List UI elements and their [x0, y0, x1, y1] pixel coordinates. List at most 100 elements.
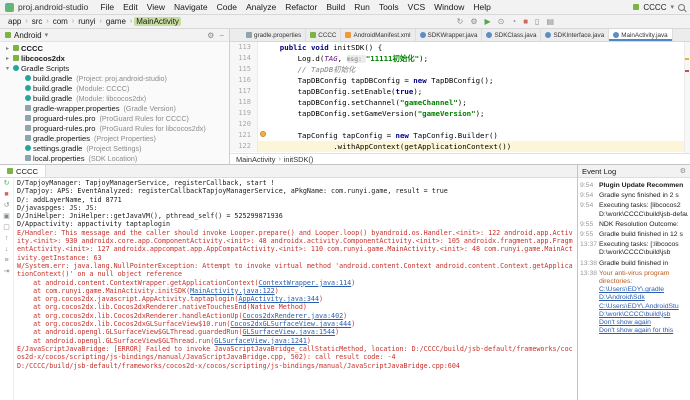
code-token: , — [337, 54, 347, 63]
soft-wrap-icon[interactable]: ≡ — [4, 257, 8, 265]
build-hammer-icon[interactable]: ⚙ — [470, 17, 477, 26]
console-output[interactable]: D/TapjoyManager: TapjoyManagerService, r… — [14, 178, 577, 400]
code-token: "11111初始化" — [365, 54, 420, 63]
event-log-link[interactable]: D:\work\CCCC\build\jsb — [599, 311, 670, 319]
stack-trace-link[interactable]: AppActivity.java:344 — [238, 295, 319, 303]
menu-help[interactable]: Help — [469, 2, 494, 12]
event-log-link[interactable]: Don't show again — [599, 319, 651, 327]
tree-arrow-icon[interactable]: ▸ — [4, 45, 11, 52]
run-tab[interactable]: CCCC — [0, 165, 46, 177]
menu-refactor[interactable]: Refactor — [281, 2, 321, 12]
profiler-icon[interactable]: ◔ — [511, 17, 516, 26]
breadcrumb-runyi[interactable]: runyi — [76, 17, 97, 26]
menu-code[interactable]: Code — [213, 2, 241, 12]
code-token: tapDBConfig.setGameVersion( — [262, 109, 418, 118]
tree-item[interactable]: proguard-rules.pro (ProGuard Rules for CC… — [0, 113, 229, 123]
breadcrumb-game[interactable]: game — [104, 17, 128, 26]
editor-breadcrumbs: MainActivity › initSDK() — [230, 153, 690, 164]
menu-edit[interactable]: Edit — [119, 2, 142, 12]
menu-file[interactable]: File — [96, 2, 118, 12]
stack-trace-link[interactable]: Cocos2dxGLSurfaceView.java:444 — [230, 320, 351, 328]
event-time: 9:54 — [580, 182, 594, 189]
menu-run[interactable]: Run — [350, 2, 374, 12]
avd-manager-icon[interactable]: ▤ — [546, 17, 554, 26]
code-text: // TapDB初始化 — [258, 64, 356, 75]
breadcrumb-com[interactable]: com — [51, 17, 70, 26]
up-stack-trace-icon[interactable]: ↑ — [5, 235, 9, 243]
restart-activity-icon[interactable]: ↺ — [4, 202, 10, 210]
stop-icon[interactable]: ■ — [523, 17, 528, 26]
device-manager-icon[interactable]: ▯ — [535, 17, 539, 26]
down-stack-trace-icon[interactable]: ↓ — [5, 246, 9, 254]
capture-icon[interactable]: ▢ — [3, 224, 10, 232]
log-text: at org.cocos2dx.lib.Cocos2dxRenderer.nat… — [17, 303, 307, 312]
tree-item[interactable]: proguard-rules.pro (ProGuard Rules for li… — [0, 123, 229, 133]
error-mark-icon[interactable] — [685, 70, 689, 72]
tree-item[interactable]: settings.gradle (Project Settings) — [0, 143, 229, 153]
tree-item[interactable]: gradle-wrapper.properties (Gradle Version… — [0, 103, 229, 113]
log-text: at com.runyi.game.MainActivity.initSDK( — [17, 286, 191, 295]
tab-sdkwrapper-java[interactable]: SDKWrapper.java — [416, 29, 483, 41]
intention-bulb-icon[interactable] — [260, 131, 266, 137]
tree-item[interactable]: ▾ Gradle Scripts — [0, 63, 229, 73]
warning-mark-icon[interactable] — [685, 58, 689, 60]
stop-icon[interactable]: ■ — [4, 191, 8, 199]
error-stripe[interactable] — [684, 42, 690, 153]
tab-sdkinterface-java[interactable]: SDKInterface.java — [541, 29, 610, 41]
tab-cccc[interactable]: CCCC — [306, 29, 342, 41]
event-time — [580, 211, 599, 219]
event-log-link[interactable]: C:\Users\EDY\.AndroidStu — [599, 303, 679, 311]
menu-view[interactable]: View — [143, 2, 169, 12]
run-icon[interactable]: ▶ — [484, 17, 490, 26]
debug-icon[interactable]: ⊙ — [498, 17, 505, 26]
chevron-down-icon[interactable]: ▾ — [670, 3, 674, 11]
collapse-all-icon[interactable]: − — [219, 31, 224, 40]
tab-mainactivity-java[interactable]: MainActivity.java — [609, 29, 673, 41]
tab-androidmanifest-xml[interactable]: AndroidManifest.xml — [341, 29, 416, 41]
breadcrumb-mainactivity[interactable]: MainActivity — [134, 17, 181, 26]
rerun-icon[interactable]: ↻ — [4, 180, 10, 188]
sync-project-icon[interactable]: ↻ — [457, 17, 464, 26]
editor-breadcrumb-item[interactable]: MainActivity — [236, 155, 275, 164]
event-log-line: 9:55 Gradle build finished in 12 s — [580, 231, 688, 239]
event-log-link[interactable]: Don't show again for this — [599, 327, 673, 335]
breadcrumb-app[interactable]: app — [6, 17, 23, 26]
scroll-to-end-icon[interactable]: ⇥ — [4, 268, 10, 276]
event-log-link[interactable]: D:\Android\Sdk — [599, 294, 645, 302]
tab-gradle-properties[interactable]: gradle.properties — [242, 29, 307, 41]
layout-inspector-icon[interactable]: ▣ — [3, 213, 10, 221]
event-log-header-icons: ⚙ — [680, 167, 686, 175]
editor[interactable]: 113 public void initSDK() {114 Log.d(TAG… — [230, 42, 690, 153]
tree-arrow-icon[interactable]: ▸ — [4, 55, 11, 62]
tree-item[interactable]: build.gradle (Project: proj.android-studi… — [0, 73, 229, 83]
menu-analyze[interactable]: Analyze — [242, 2, 280, 12]
tree-item[interactable]: build.gradle (Module: CCCC) — [0, 83, 229, 93]
settings-icon[interactable]: ⚙ — [207, 31, 214, 40]
tree-item[interactable]: ▸ libcocos2dx — [0, 53, 229, 63]
tree-arrow-icon[interactable]: ▾ — [4, 65, 11, 72]
menu-tools[interactable]: Tools — [375, 2, 403, 12]
menu-vcs[interactable]: VCS — [404, 2, 429, 12]
tab-sdkclass-java[interactable]: SDKClass.java — [482, 29, 542, 41]
menu-build[interactable]: Build — [322, 2, 349, 12]
log-text: E/Handler: This message and the caller s… — [17, 228, 573, 262]
chevron-down-icon[interactable]: ▾ — [45, 31, 49, 39]
event-log-link[interactable]: C:\Users\EDY\.gradle — [599, 286, 664, 294]
menu-navigate[interactable]: Navigate — [170, 2, 212, 12]
tree-item[interactable]: build.gradle (Module: libcocos2dx) — [0, 93, 229, 103]
breadcrumb-src[interactable]: src — [30, 17, 45, 26]
stack-trace-link[interactable]: GLSurfaceView.java:1241 — [214, 337, 307, 345]
stack-trace-link[interactable]: MainActivity.java:122 — [190, 287, 275, 295]
menu-window[interactable]: Window — [430, 2, 468, 12]
stack-trace-link[interactable]: GLSurfaceView.java:1544 — [242, 328, 335, 336]
search-icon[interactable] — [678, 3, 685, 11]
tree-item[interactable]: gradle.properties (Project Properties) — [0, 133, 229, 143]
editor-breadcrumb-item[interactable]: initSDK() — [284, 155, 314, 164]
tree-item[interactable]: ▸ CCCC — [0, 43, 229, 53]
project-view-selector[interactable]: Android — [14, 31, 42, 40]
tree-item[interactable]: local.properties (SDK Location) — [0, 153, 229, 163]
settings-icon[interactable]: ⚙ — [680, 167, 686, 175]
stack-trace-link[interactable]: ContextWrapper.java:114 — [259, 279, 352, 287]
stack-trace-link[interactable]: Cocos2dxRenderer.java:402 — [242, 312, 343, 320]
run-config-selector[interactable]: CCCC — [643, 3, 666, 12]
